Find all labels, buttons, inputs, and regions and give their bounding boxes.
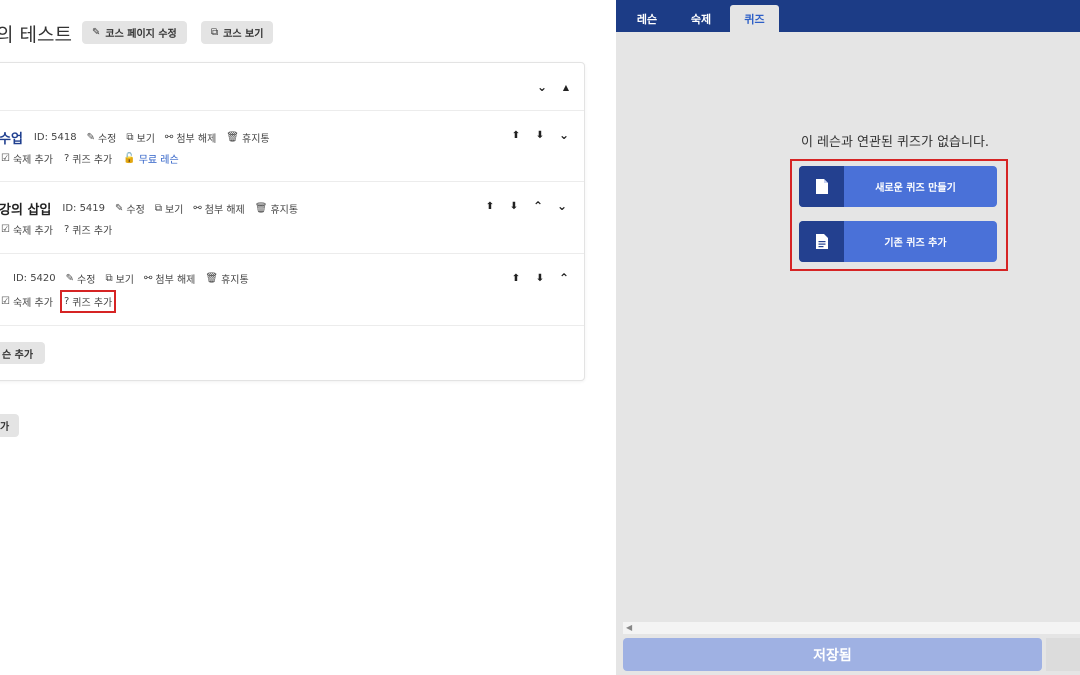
- quiz-actions-highlight: 새로운 퀴즈 만들기 기존 퀴즈 추가: [790, 159, 1008, 271]
- chevron-up-icon[interactable]: ⌃: [552, 271, 576, 285]
- add-homework-link[interactable]: ☑ 숙제 추가: [1, 222, 53, 237]
- trash-icon: 🗑: [254, 203, 268, 214]
- create-new-quiz-button[interactable]: 새로운 퀴즈 만들기: [799, 166, 997, 207]
- add-existing-quiz-label: 기존 퀴즈 추가: [884, 238, 947, 249]
- lesson-id: ID: 5418: [33, 132, 77, 143]
- lesson-title[interactable]: 강의 삽입: [0, 199, 51, 218]
- arrow-circle-up-icon[interactable]: ⬆: [504, 130, 528, 141]
- checkbox-icon: ☑: [1, 224, 10, 235]
- lesson-view-link[interactable]: ⧉ 보기: [126, 130, 155, 145]
- lesson-edit-link[interactable]: ✎ 수정: [115, 201, 145, 216]
- horizontal-scrollbar[interactable]: ◀: [623, 622, 1080, 634]
- view-course-button[interactable]: ⧉ 코스 보기: [201, 21, 274, 44]
- lesson-edit-link[interactable]: ✎ 수정: [87, 130, 117, 145]
- course-editor-pane: 의 테스트 ✎ 코스 페이지 수정 ⧉ 코스 보기 ⌄ ▲ 수업 ID: 541…: [0, 0, 616, 675]
- save-button[interactable]: 저장됨: [623, 638, 1042, 671]
- checkbox-icon: ☑: [1, 153, 10, 164]
- question-circle-icon: ?: [63, 153, 70, 164]
- unlink-icon: ⚯: [144, 273, 153, 284]
- chevron-down-icon[interactable]: ⌄: [552, 128, 576, 142]
- tab-lesson[interactable]: 레슨: [626, 5, 668, 32]
- secondary-action-button[interactable]: [1046, 638, 1080, 671]
- edit-icon: ✎: [86, 132, 95, 143]
- lesson-id: ID: 5420: [13, 273, 56, 284]
- lesson-detach-link[interactable]: ⚯ 첨부 해제: [193, 201, 244, 216]
- chevron-down-icon[interactable]: ⌄: [530, 80, 554, 94]
- external-link-icon: ⧉: [105, 273, 113, 284]
- chevron-down-icon[interactable]: ⌄: [550, 199, 574, 213]
- lesson-row: 강의 삽입 ID: 5419 ✎ 수정 ⧉ 보기 ⚯ 첨부 해제 🗑 휴지통 ⬆ ⬇ ⌃…: [0, 182, 584, 254]
- lesson-detach-link[interactable]: ⚯ 첨부 해제: [144, 271, 195, 286]
- arrow-circle-up-icon[interactable]: ⬆: [504, 273, 528, 284]
- arrow-circle-up-icon[interactable]: ⬆: [478, 201, 502, 212]
- unlock-icon: 🔓: [123, 153, 136, 164]
- edit-icon: ✎: [92, 27, 101, 38]
- add-homework-link[interactable]: ☑ 숙제 추가: [1, 294, 53, 309]
- trash-icon: 🗑: [205, 273, 219, 284]
- arrow-circle-down-icon[interactable]: ⬇: [528, 130, 552, 141]
- add-existing-quiz-button[interactable]: 기존 퀴즈 추가: [799, 221, 997, 262]
- lesson-view-link[interactable]: ⧉ 보기: [155, 201, 184, 216]
- unlink-icon: ⚯: [193, 203, 202, 214]
- tab-homework[interactable]: 숙제: [678, 5, 724, 32]
- lesson-id: ID: 5419: [62, 203, 106, 214]
- trash-icon: 🗑: [226, 132, 239, 143]
- tab-quiz[interactable]: 퀴즈: [730, 5, 779, 32]
- section-header: ⌄ ▲: [0, 63, 584, 111]
- lesson-row: 수업 ID: 5418 ✎ 수정 ⧉ 보기 ⚯ 첨부 해제 🗑 휴지통 ⬆ ⬇ ⌄ ☑ 숙…: [0, 111, 584, 182]
- lesson-detail-panel: 레슨 숙제 퀴즈 이 레슨과 연관된 퀴즈가 없습니다. 새로운 퀴즈 만들기 …: [616, 0, 1080, 675]
- add-quiz-link-highlighted[interactable]: ? 퀴즈 추가: [59, 290, 117, 313]
- edit-icon: ✎: [65, 273, 75, 284]
- arrow-circle-down-icon[interactable]: ⬇: [528, 273, 552, 284]
- chevron-up-icon[interactable]: ⌃: [526, 199, 550, 213]
- free-lesson-link[interactable]: 🔓 무료 레슨: [123, 151, 178, 166]
- course-title: 의 테스트: [0, 24, 72, 46]
- create-new-quiz-label: 새로운 퀴즈 만들기: [875, 183, 956, 194]
- edit-course-page-label: 코스 페이지 수정: [105, 29, 177, 40]
- view-course-label: 코스 보기: [223, 29, 264, 40]
- empty-quiz-message: 이 레슨과 연관된 퀴즈가 없습니다.: [800, 135, 990, 150]
- add-section-button[interactable]: 가: [0, 414, 20, 437]
- external-link-icon: ⧉: [211, 27, 219, 38]
- lesson-row: ID: 5420 ✎ 수정 ⧉ 보기 ⚯ 첨부 해제 🗑 휴지통 ⬆ ⬇ ⌃ ☑ 숙제 추…: [0, 254, 584, 326]
- file-text-icon: [799, 221, 844, 262]
- checkbox-icon: ☑: [1, 296, 10, 307]
- add-lesson-button[interactable]: 슨 추가: [0, 342, 46, 364]
- lesson-edit-link[interactable]: ✎ 수정: [66, 271, 96, 286]
- add-quiz-link[interactable]: ? 퀴즈 추가: [64, 222, 112, 237]
- lesson-detach-link[interactable]: ⚯ 첨부 해제: [165, 130, 216, 145]
- arrow-circle-down-icon[interactable]: ⬇: [502, 201, 526, 212]
- section-card: ⌄ ▲ 수업 ID: 5418 ✎ 수정 ⧉ 보기 ⚯ 첨부 해제 🗑 휴지통 ⬆ ⬇ …: [0, 62, 585, 381]
- add-quiz-link[interactable]: ? 퀴즈 추가: [64, 151, 112, 166]
- lesson-trash-link[interactable]: 🗑 휴지통: [226, 130, 269, 145]
- external-link-icon: ⧉: [126, 132, 134, 143]
- question-circle-icon: ?: [63, 296, 70, 307]
- lesson-trash-link[interactable]: 🗑 휴지통: [205, 271, 248, 286]
- lesson-view-link[interactable]: ⧉ 보기: [105, 271, 134, 286]
- external-link-icon: ⧉: [154, 203, 162, 214]
- caret-up-icon[interactable]: ▲: [554, 83, 578, 92]
- lesson-trash-link[interactable]: 🗑 휴지통: [255, 201, 298, 216]
- question-circle-icon: ?: [63, 224, 70, 235]
- unlink-icon: ⚯: [164, 132, 174, 143]
- file-icon: [799, 166, 844, 207]
- add-homework-link[interactable]: ☑ 숙제 추가: [1, 151, 53, 166]
- lesson-title[interactable]: 수업: [0, 128, 23, 147]
- edit-course-page-button[interactable]: ✎ 코스 페이지 수정: [82, 21, 187, 44]
- panel-tab-bar: 레슨 숙제 퀴즈: [616, 0, 1080, 32]
- scroll-left-icon[interactable]: ◀: [626, 622, 632, 634]
- edit-icon: ✎: [115, 203, 124, 214]
